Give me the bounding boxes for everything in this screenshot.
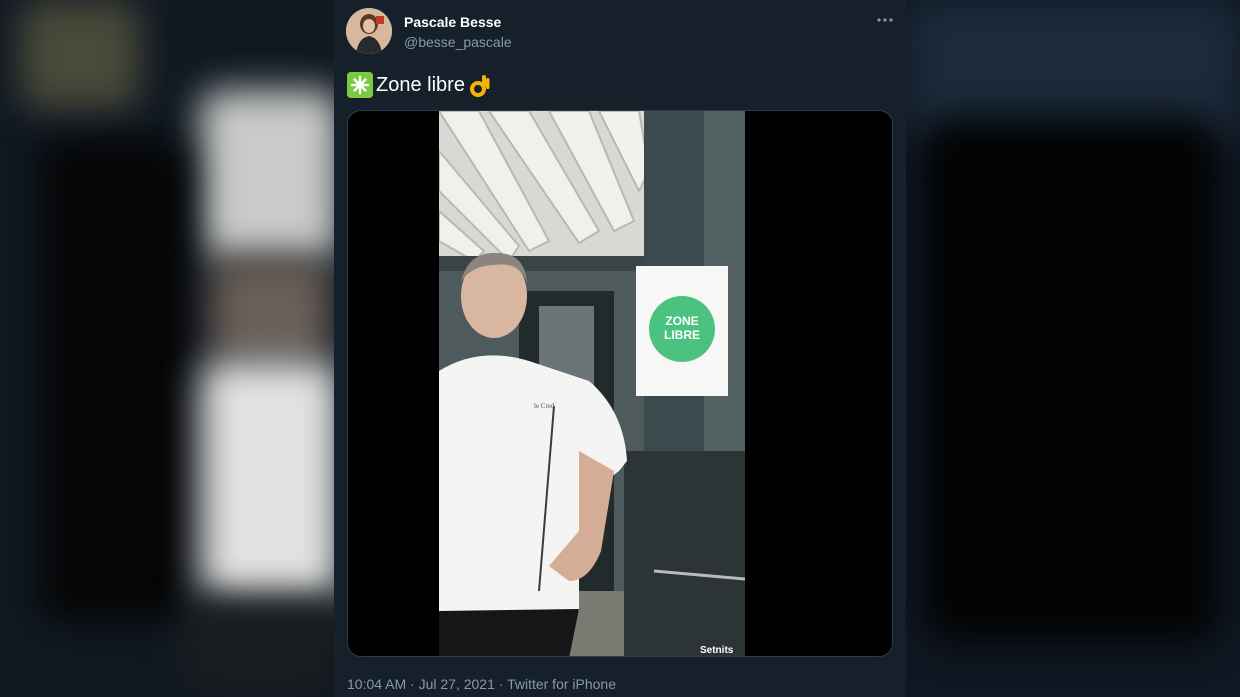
author-handle[interactable]: @besse_pascale xyxy=(404,34,512,50)
blur-shape xyxy=(906,0,1240,140)
svg-text:ZONE: ZONE xyxy=(665,314,698,328)
avatar-image xyxy=(346,8,392,54)
tweet-timestamp[interactable]: 10:04 AM · Jul 27, 2021 · Twitter for iP… xyxy=(347,676,616,692)
tweet-card: Pascale Besse @besse_pascale Zone libre xyxy=(334,0,906,697)
blur-shape xyxy=(200,90,334,260)
blurred-background-left xyxy=(0,0,334,697)
tweet-text: Zone libre xyxy=(347,72,492,98)
blur-shape xyxy=(40,140,190,620)
author-display-name[interactable]: Pascale Besse xyxy=(404,14,501,30)
blur-shape xyxy=(210,260,330,360)
avatar[interactable] xyxy=(346,8,392,54)
blur-shape xyxy=(200,360,334,600)
svg-text:le Cred: le Cred xyxy=(534,402,555,410)
blur-shape xyxy=(180,600,334,690)
video-frame: ZONE LIBRE le Cred xyxy=(439,111,745,656)
blur-shape xyxy=(926,120,1216,640)
more-options-icon[interactable] xyxy=(874,10,896,30)
tweet-text-body: Zone libre xyxy=(376,73,465,96)
video-watermark: Setnits xyxy=(700,645,734,656)
ok-hand-icon xyxy=(468,73,492,97)
tweet-video[interactable]: ZONE LIBRE le Cred Setnits xyxy=(347,110,893,657)
blur-shape xyxy=(20,0,140,110)
blurred-background-right xyxy=(906,0,1240,697)
svg-text:LIBRE: LIBRE xyxy=(664,328,700,342)
sparkle-icon xyxy=(347,72,373,98)
video-still: ZONE LIBRE le Cred xyxy=(439,111,745,656)
